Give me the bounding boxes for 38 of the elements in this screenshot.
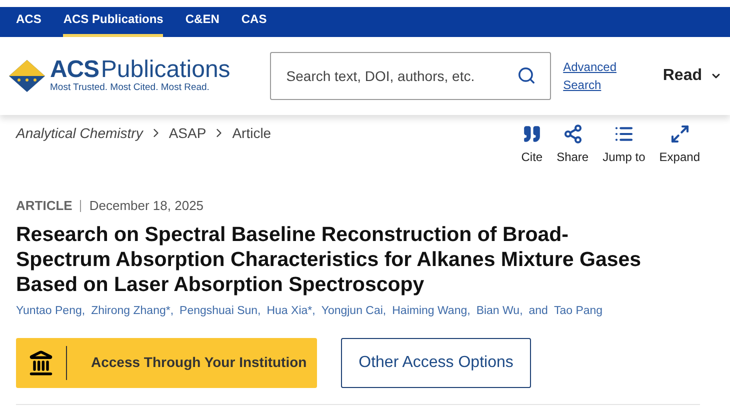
author-link[interactable]: Haiming Wang, (392, 302, 470, 320)
author-link[interactable]: Zhirong Zhang*, (91, 302, 174, 320)
logo-brand: ACS (50, 58, 99, 82)
quote-icon (522, 124, 542, 144)
top-nav-tab[interactable]: C&EN (185, 10, 220, 37)
article-title: Research on Spectral Baseline Reconstruction of Broad-Spectrum Absorption Characteristics for Alkanes Mixture Gases Based on Laser Absorption Spectroscopy (16, 222, 642, 296)
logo-icon (8, 59, 46, 93)
toolbar-button[interactable]: Cite (521, 124, 543, 178)
institution-icon (28, 350, 54, 376)
read-menu-button[interactable]: Read (662, 64, 722, 88)
author-link[interactable]: Hua Xia*, (266, 302, 316, 320)
article-date: December 18, 2025 (89, 197, 204, 215)
toolbar-button[interactable]: Jump to (602, 124, 646, 178)
search-icon[interactable] (517, 66, 536, 85)
top-nav-tab[interactable]: ACS (16, 10, 42, 37)
breadcrumb-link[interactable]: Analytical Chemistry (16, 123, 143, 144)
author-joiner: and (528, 304, 548, 318)
breadcrumb-current: Article (232, 124, 272, 143)
breadcrumb-link[interactable]: ASAP (168, 123, 206, 144)
article-type: ARTICLE (16, 197, 72, 215)
advanced-search-link[interactable]: Advanced Search (563, 58, 623, 94)
author-link[interactable]: Pengshuai Sun, (180, 302, 261, 320)
top-nav-tab[interactable]: CAS (241, 10, 267, 37)
logo-name: Publications (100, 58, 230, 82)
other-access-button[interactable]: Other Access Options (341, 338, 531, 388)
author-link[interactable]: Yongjun Cai, (321, 302, 386, 320)
list-icon (614, 124, 634, 144)
author-link[interactable]: Tao Pang (554, 302, 603, 320)
logo-tagline: Most Trusted. Most Cited. Most Read. (50, 82, 210, 94)
author-link[interactable]: Bian Wu, (476, 302, 523, 320)
toolbar-button[interactable]: Share (556, 124, 589, 178)
expand-icon (670, 124, 690, 144)
toolbar-button[interactable]: Expand (659, 124, 700, 178)
share-icon (562, 124, 583, 144)
access-institution-button[interactable]: Access Through Your Institution (16, 338, 317, 388)
author-link[interactable]: Yuntao Peng, (16, 302, 86, 320)
search-field[interactable]: Search text, DOI, authors, etc. (270, 52, 552, 100)
top-nav-tab[interactable]: ACS Publications (63, 10, 164, 37)
